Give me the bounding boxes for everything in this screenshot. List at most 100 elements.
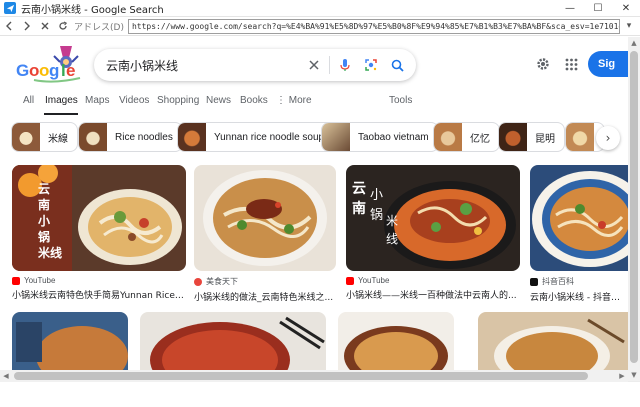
google-doodle-logo[interactable]: G o o g l e — [14, 42, 98, 84]
search-box[interactable]: 云南小锅米线 — [94, 49, 416, 81]
svg-text:米线: 米线 — [38, 245, 62, 260]
chips-next-chevron-icon[interactable]: › — [596, 126, 620, 150]
result-title[interactable]: 小锅米线——米线一百种做法中云南人的... — [346, 288, 520, 301]
result-image[interactable] — [338, 312, 454, 370]
scroll-left-icon[interactable]: ◀ — [0, 370, 12, 382]
tab-images[interactable]: Images — [45, 95, 78, 106]
image-result[interactable] — [140, 312, 326, 370]
svg-text:锅: 锅 — [38, 229, 50, 244]
result-image[interactable] — [530, 165, 628, 271]
svg-text:线: 线 — [386, 232, 398, 246]
apps-grid-icon[interactable] — [560, 53, 582, 75]
result-image[interactable]: 云 南 小 锅 米线 — [12, 165, 186, 271]
result-title[interactable]: 小锅米线云南特色快手简易Yunnan Rice N... — [12, 288, 186, 301]
maximize-button[interactable]: ☐ — [584, 0, 612, 17]
tab-shopping[interactable]: Shopping — [157, 95, 199, 106]
svg-text:南: 南 — [38, 197, 50, 212]
minimize-button[interactable]: — — [556, 0, 584, 17]
window-titlebar: 云南小锅米线 - Google Search — ☐ ✕ — [0, 0, 640, 17]
back-icon[interactable] — [0, 17, 18, 36]
active-tab-indicator — [44, 113, 78, 115]
stop-icon[interactable] — [36, 17, 54, 36]
chip-taobao-vietnam[interactable]: Taobao vietnam — [321, 122, 439, 152]
sign-in-button[interactable]: Sig — [588, 51, 628, 77]
image-result[interactable] — [338, 312, 454, 370]
result-image[interactable] — [140, 312, 326, 370]
image-result[interactable]: 云 南 小 锅 米线 YouTube 小锅米线云南特色快手简易Yunnan Ri… — [12, 165, 186, 301]
horizontal-scroll-thumb[interactable] — [14, 372, 588, 380]
address-input[interactable]: https://www.google.com/search?q=%E4%BA%9… — [127, 18, 620, 34]
image-result[interactable]: 抖音百科 云南小锅米线 - 抖音百科 — [530, 165, 628, 303]
tab-more[interactable]: ⋮ More — [276, 95, 312, 106]
svg-text:锅: 锅 — [370, 207, 383, 223]
tab-all[interactable]: All — [23, 95, 34, 106]
chip-label: Yunnan rice noodle soup — [214, 131, 325, 143]
forward-icon[interactable] — [18, 17, 36, 36]
chip-yiyi[interactable]: 亿忆 — [433, 122, 500, 152]
result-image[interactable] — [478, 312, 628, 370]
svg-text:南: 南 — [352, 200, 366, 217]
vertical-scroll-thumb[interactable] — [630, 51, 638, 363]
image-result[interactable]: 美食天下 小锅米线的做法_云南特色米线之... — [194, 165, 336, 303]
chip-mixian[interactable]: 米線 — [11, 122, 78, 152]
scroll-right-icon[interactable]: ▶ — [616, 370, 628, 382]
tab-videos[interactable]: Videos — [119, 95, 149, 106]
result-title[interactable]: 小锅米线的做法_云南特色米线之... — [194, 290, 336, 303]
svg-text:小: 小 — [38, 213, 50, 228]
more-dots-icon: ⋮ — [276, 95, 289, 106]
reload-icon[interactable] — [54, 17, 72, 36]
address-toolbar: アドレス(D) https://www.google.com/search?q=… — [0, 17, 640, 36]
settings-gear-icon[interactable] — [532, 53, 554, 75]
image-result[interactable] — [12, 312, 128, 370]
svg-text:小: 小 — [370, 188, 383, 203]
vertical-scrollbar[interactable]: ▲ ▼ — [628, 37, 640, 381]
chip-label: 亿忆 — [470, 133, 490, 145]
chip-rice-noodles[interactable]: Rice noodles — [78, 122, 183, 152]
address-dropdown-icon[interactable]: ▾ — [622, 19, 636, 34]
window-title: 云南小锅米线 - Google Search — [21, 4, 164, 16]
svg-text:G: G — [16, 61, 29, 80]
voice-search-icon[interactable] — [334, 54, 356, 76]
horizontal-scrollbar[interactable]: ◀ ▶ — [0, 370, 628, 382]
youtube-favicon-icon — [12, 276, 20, 285]
google-header: G o o g l e 云南小锅米线 Sig — [0, 37, 628, 91]
result-source[interactable]: 美食天下 — [194, 276, 336, 287]
chip-thumbnail — [178, 123, 206, 151]
result-source-name: YouTube — [358, 276, 390, 285]
tab-tools[interactable]: Tools — [389, 95, 412, 106]
svg-text:云: 云 — [38, 182, 50, 196]
lens-search-icon[interactable] — [360, 54, 382, 76]
image-result[interactable]: 云 南 小 锅 米 线 YouTube 小锅米线——米线一百种做法中云南人的..… — [346, 165, 520, 301]
chip-thumbnail — [499, 123, 527, 151]
image-result[interactable] — [478, 312, 628, 370]
svg-text:云: 云 — [352, 181, 366, 197]
tab-books[interactable]: Books — [240, 95, 268, 106]
search-input[interactable]: 云南小锅米线 — [106, 57, 303, 74]
chip-kunming[interactable]: 昆明 — [498, 122, 565, 152]
result-image[interactable] — [194, 165, 336, 271]
result-title[interactable]: 云南小锅米线 - 抖音百科 — [530, 290, 628, 303]
result-image[interactable] — [12, 312, 128, 370]
search-divider — [329, 56, 330, 74]
tab-news[interactable]: News — [206, 95, 231, 106]
result-source[interactable]: YouTube — [346, 276, 520, 285]
scroll-up-icon[interactable]: ▲ — [628, 37, 640, 49]
result-source[interactable]: YouTube — [12, 276, 186, 285]
chip-thumbnail — [322, 123, 350, 151]
close-button[interactable]: ✕ — [612, 0, 640, 17]
scroll-down-icon[interactable]: ▼ — [628, 369, 640, 381]
result-source-name: 抖音百科 — [542, 277, 574, 286]
result-image[interactable]: 云 南 小 锅 米 线 — [346, 165, 520, 271]
svg-text:o: o — [29, 61, 39, 80]
chip-yunnan-rice-noodle-soup[interactable]: Yunnan rice noodle soup — [177, 122, 335, 152]
chip-label: 昆明 — [535, 133, 555, 145]
result-source[interactable]: 抖音百科 — [530, 276, 628, 287]
svg-text:e: e — [66, 61, 75, 80]
chip-label: 米線 — [48, 133, 68, 145]
clear-icon[interactable] — [303, 54, 325, 76]
tab-maps[interactable]: Maps — [85, 95, 109, 106]
search-icon[interactable] — [386, 54, 408, 76]
chip-label: Rice noodles — [115, 131, 173, 143]
filter-chips: 米線 Rice noodles Yunnan rice noodle soup … — [0, 120, 628, 154]
douyin-favicon-icon — [530, 277, 538, 286]
